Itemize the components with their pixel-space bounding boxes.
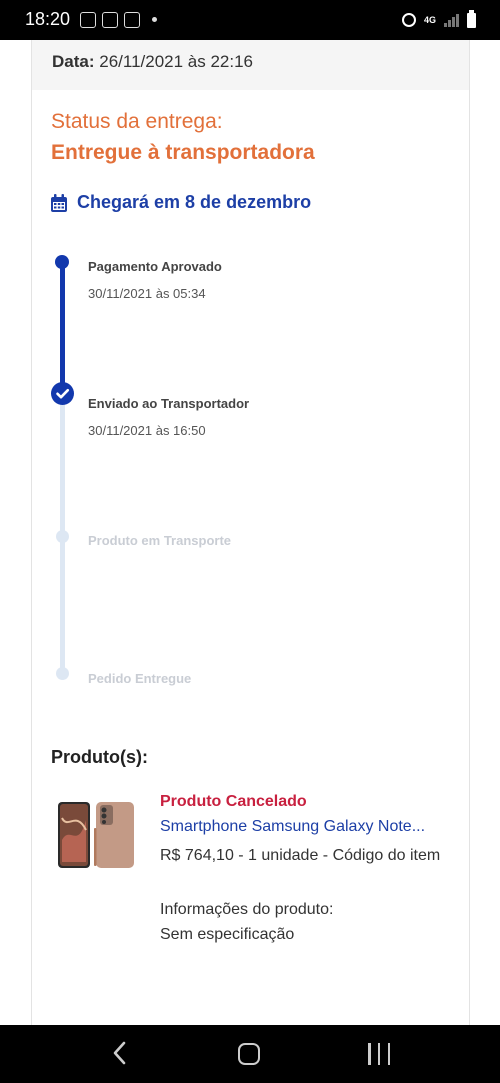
arrival-text: Chegará em 8 de dezembro (77, 192, 312, 212)
product-info-label: Informações do produto: (160, 901, 334, 918)
status-icons: 4G (401, 9, 476, 30)
timeline-step-3-title: Produto em Transporte (88, 533, 232, 548)
timeline-step-4-dot (56, 667, 69, 680)
product-name-link[interactable]: Smartphone Samsung Galaxy Note... (160, 818, 450, 836)
timeline-step-2-dot (51, 382, 74, 405)
product-info-value: Sem especificação (160, 926, 295, 943)
system-nav-bar (0, 1025, 500, 1083)
status-time: 18:20 (25, 9, 71, 29)
shopping-bag-icon (80, 12, 96, 28)
order-date-row: Data: 26/11/2021 às 22:16 (32, 40, 469, 90)
back-icon[interactable] (108, 1039, 132, 1067)
delivery-status-label: Status da entrega: (51, 110, 223, 133)
shop-app-icon-2 (124, 12, 140, 28)
timeline-step-1-dot (55, 255, 69, 269)
timeline-progress-line (60, 262, 65, 394)
product-status: Produto Cancelado (160, 793, 307, 810)
timeline-step-2-date: 30/11/2021 às 16:50 (88, 423, 206, 438)
timeline-step-4-title: Pedido Entregue (88, 671, 192, 686)
products-heading: Produto(s): (51, 747, 148, 767)
timeline-step-1-date: 30/11/2021 às 05:34 (88, 286, 206, 301)
arrival-estimate: Chegará em 8 de dezembro (51, 192, 311, 213)
signal-icon (444, 13, 459, 27)
timeline-step-1-title: Pagamento Aprovado (88, 259, 222, 274)
order-date-value: 26/11/2021 às 22:16 (99, 52, 254, 71)
check-icon (56, 388, 70, 399)
product-image[interactable] (56, 800, 138, 870)
timeline-step-3-dot (56, 530, 69, 543)
home-icon[interactable] (238, 1043, 260, 1065)
recent-apps-icon[interactable] (368, 1043, 390, 1065)
more-notifications-icon (152, 17, 157, 22)
product-price-line: R$ 764,10 - 1 unidade - Código do item (160, 847, 441, 864)
alarm-icon (401, 13, 416, 27)
battery-icon (467, 9, 476, 28)
status-bar: 18:20 4G (0, 0, 500, 40)
network-type: 4G (423, 14, 436, 25)
order-date-label: Data: (52, 52, 95, 71)
delivery-status-value: Entregue à transportadora (51, 141, 315, 164)
timeline-step-2-title: Enviado ao Transportador (88, 396, 250, 411)
shop-app-icon (102, 12, 118, 28)
calendar-icon (51, 193, 67, 212)
